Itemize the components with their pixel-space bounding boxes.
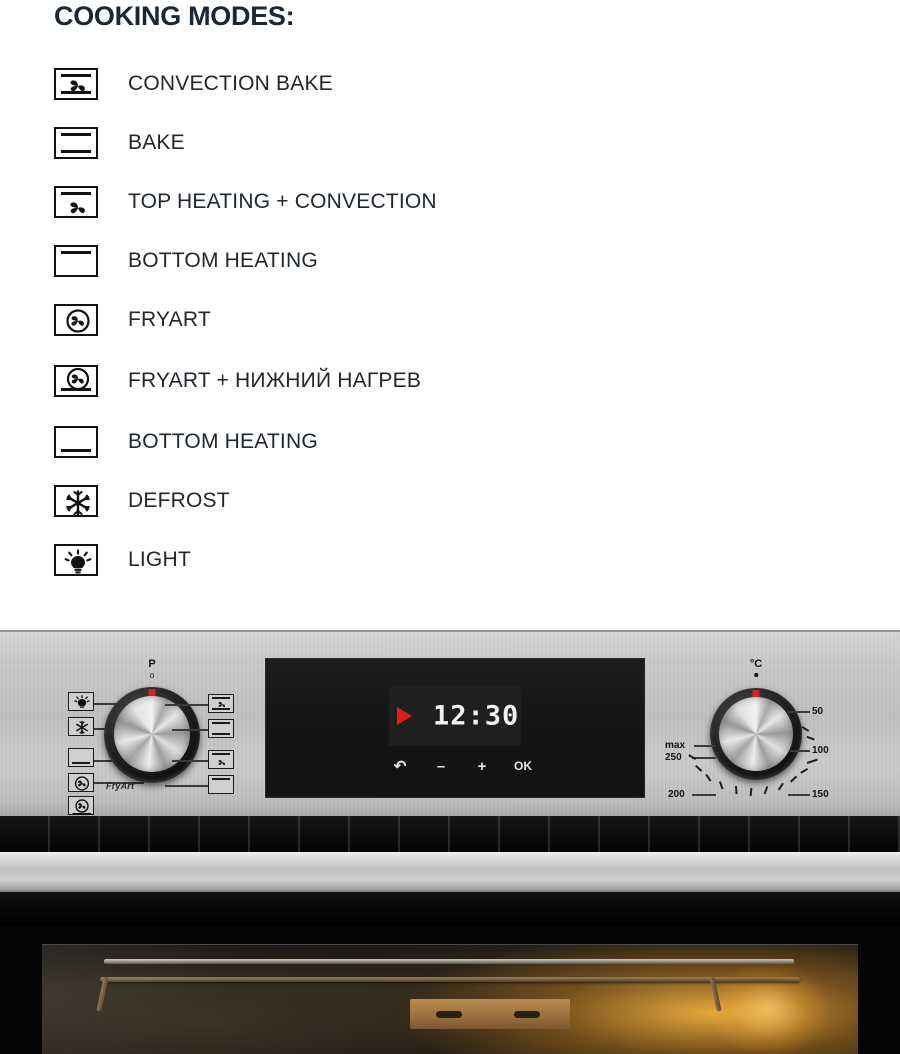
ok-button[interactable]: OK: [512, 759, 534, 774]
panel-bake-icon: [208, 719, 234, 738]
degree-celsius-label: °C: [749, 658, 763, 670]
mode-label: TOP HEATING + CONVECTION: [128, 190, 437, 213]
mode-row-top-heating-convection: TOP HEATING + CONVECTION: [54, 180, 834, 224]
mode-label: DEFROST: [128, 489, 230, 512]
play-triangle-icon: [397, 707, 412, 725]
light-bulb-icon: [54, 544, 98, 576]
mode-label: BAKE: [128, 131, 185, 154]
heating-element-plate: [410, 999, 570, 1029]
oven-vent-strip: [0, 816, 900, 852]
cooking-modes-list: CONVECTION BAKE BAKE TOP HEATING + CONVE…: [54, 62, 834, 597]
mode-row-convection-bake: CONVECTION BAKE: [54, 62, 834, 106]
temp-lead-line: [692, 794, 716, 796]
mode-label: BOTTOM HEATING: [128, 249, 318, 272]
temperature-knob[interactable]: °C: [710, 658, 802, 780]
temp-tick-250: 250: [665, 752, 682, 763]
panel-light-bulb-icon: [68, 692, 94, 711]
knob-index-dot: [754, 673, 758, 677]
panel-bottom-heating-icon: [68, 748, 94, 767]
panel-bottom-heating-icon-2: [208, 775, 234, 794]
top-heating-convection-icon: [54, 186, 98, 218]
mode-row-light: LIGHT: [54, 538, 834, 582]
panel-lead-line: [165, 785, 208, 787]
page-title: COOKING MODES:: [54, 1, 295, 31]
panel-top-edge: [0, 630, 900, 632]
temp-lead-line: [788, 794, 810, 796]
minus-button[interactable]: –: [430, 759, 452, 774]
mode-row-bottom-heating: BOTTOM HEATING: [54, 239, 834, 283]
clock-readout: 12:30: [433, 700, 520, 732]
oven-door-handle[interactable]: [0, 852, 900, 892]
temp-tick-50: 50: [812, 706, 824, 717]
oven-control-panel: FryArt P o 12:30 ↶ – + OK °C 50 100 150 …: [0, 630, 900, 816]
bake-icon: [54, 127, 98, 159]
temp-lead-line: [694, 745, 716, 747]
panel-lead-line: [172, 760, 208, 762]
temp-tick-max: max: [665, 740, 686, 751]
panel-lead-line: [172, 729, 208, 731]
cooking-modes-section: COOKING MODES: CONVECTION BAKE BAKE TOP …: [0, 0, 900, 630]
panel-fryart-icon: [68, 773, 94, 792]
knob-label-off: o: [149, 671, 155, 680]
oven-display[interactable]: 12:30 ↶ – + OK: [265, 658, 645, 798]
oven-rack-rail: [100, 977, 800, 982]
mode-label: CONVECTION BAKE: [128, 72, 333, 95]
oven-door-glass: [42, 944, 858, 1054]
mode-row-defrost: DEFROST: [54, 479, 834, 523]
back-button[interactable]: ↶: [389, 759, 411, 774]
mode-label: LIGHT: [128, 548, 191, 571]
bottom-heating-icon: [54, 426, 98, 458]
panel-fryart-bottom-heating-icon: [68, 796, 94, 815]
vent-slats: [0, 816, 900, 852]
panel-defrost-snowflake-icon: [68, 717, 94, 736]
temp-tick-200: 200: [668, 789, 685, 800]
function-selector-knob[interactable]: P o: [104, 659, 200, 783]
knob-label-p: P: [148, 658, 156, 670]
mode-row-fryart-bottom-heating: FRYART + НИЖНИЙ НАГРЕВ: [54, 359, 834, 403]
temp-lead-line: [788, 711, 810, 713]
knob-face: [719, 697, 793, 771]
temp-tick-100: 100: [812, 745, 829, 756]
plus-button[interactable]: +: [471, 759, 493, 774]
mode-row-fryart: FRYART: [54, 298, 834, 342]
mode-label: BOTTOM HEATING: [128, 430, 318, 453]
defrost-snowflake-icon: [54, 485, 98, 517]
temp-tick-150: 150: [812, 789, 829, 800]
temp-lead-line: [790, 750, 810, 752]
oven-rack-side-left: [96, 977, 109, 1011]
convection-bake-icon: [54, 68, 98, 100]
mode-row-bake: BAKE: [54, 121, 834, 165]
oven-door[interactable]: [0, 926, 900, 1054]
mode-row-bottom-heating-2: BOTTOM HEATING: [54, 420, 834, 464]
bottom-heating-icon: [54, 245, 98, 277]
display-touch-buttons: ↶ – + OK: [389, 759, 534, 774]
mode-label: FRYART: [128, 308, 211, 331]
fryart-bottom-heating-icon: [54, 365, 98, 397]
panel-lead-line: [165, 704, 208, 706]
oven-appliance-photo: FryArt P o 12:30 ↶ – + OK °C 50 100 150 …: [0, 630, 900, 1054]
panel-top-heating-convection-icon: [208, 750, 234, 769]
oven-door-gap: [0, 892, 900, 926]
fryart-icon: [54, 304, 98, 336]
panel-convection-bake-icon: [208, 694, 234, 713]
lcd-screen: 12:30: [389, 686, 521, 746]
cavity-top-bar: [104, 959, 794, 964]
mode-label: FRYART + НИЖНИЙ НАГРЕВ: [128, 369, 422, 392]
